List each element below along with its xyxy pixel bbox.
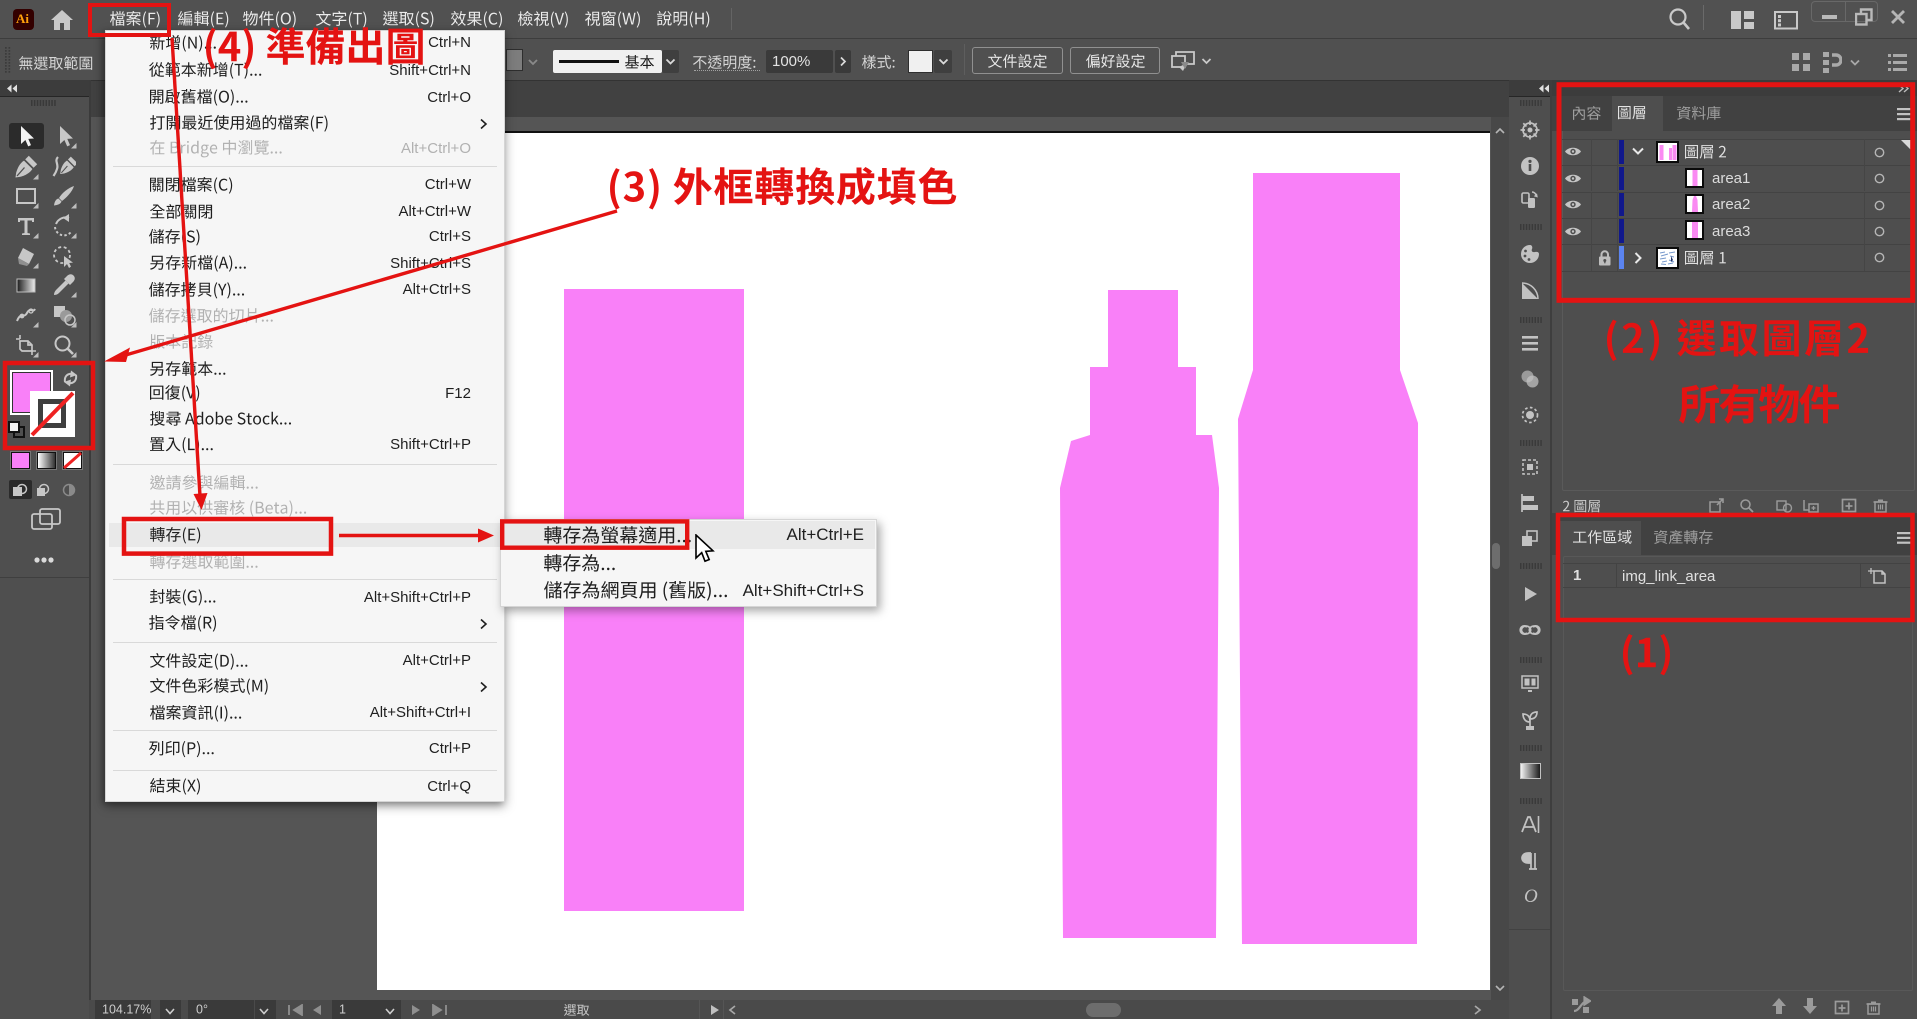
svg-text:O: O (1524, 886, 1538, 907)
